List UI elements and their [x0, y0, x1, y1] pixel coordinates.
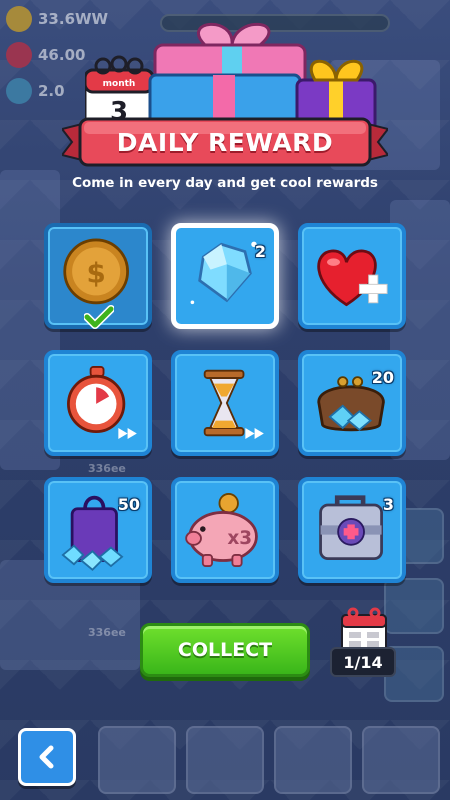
reward-day-1[interactable]: $ [44, 223, 152, 329]
dialog-title: DAILY REWARD [116, 127, 334, 157]
coin-icon [6, 6, 32, 32]
svg-text:$: $ [87, 256, 106, 289]
claimed-check-icon [84, 305, 114, 329]
reward-quantity: 50 [117, 495, 140, 514]
reward-day-6[interactable]: 20 [298, 350, 406, 456]
heart-counter: 46.00 [6, 42, 85, 68]
reward-day-8[interactable]: x3 [171, 477, 279, 583]
dock-medkit-button[interactable] [186, 726, 264, 794]
reward-day-2[interactable]: 2 [171, 223, 279, 329]
hourglass-icon [203, 369, 264, 440]
reward-day-3[interactable] [298, 223, 406, 329]
back-button[interactable] [18, 728, 76, 786]
reward-quantity: 20 [371, 368, 394, 387]
reward-day-5[interactable] [171, 350, 279, 456]
calendar-icon [341, 607, 387, 652]
gem-icon [6, 78, 32, 104]
piggy-bank-icon: x3 [185, 493, 258, 567]
heart-plus-icon [317, 249, 388, 307]
stopwatch-icon [67, 366, 137, 440]
collect-button[interactable]: COLLECT [140, 623, 310, 677]
heart-icon [6, 42, 32, 68]
reward-day-4[interactable] [44, 350, 152, 456]
dock-shop-button[interactable] [274, 726, 352, 794]
reward-quantity: 3 [382, 495, 394, 514]
gem-counter: 2.0 [6, 78, 65, 104]
calendar-month-label: month [103, 79, 136, 89]
reward-quantity: 2 [254, 242, 266, 261]
piggy-multiplier-label: x3 [227, 528, 252, 549]
dock-staff-button[interactable] [362, 726, 440, 794]
reward-day-7[interactable]: 50 [44, 477, 152, 583]
heart-value: 46.00 [38, 46, 86, 64]
dialog-subtitle: Come in every day and get cool rewards [72, 175, 378, 191]
chevron-left-icon [39, 745, 54, 769]
dock-upgrade-button[interactable] [98, 726, 176, 794]
reward-day-9[interactable]: 3 [298, 477, 406, 583]
side-tasks-button[interactable] [384, 578, 444, 634]
day-counter: 1/14 [330, 647, 396, 677]
gem-value: 2.0 [38, 82, 65, 100]
background-label: 336ee [88, 462, 126, 475]
background-label: 336ee [88, 626, 126, 639]
